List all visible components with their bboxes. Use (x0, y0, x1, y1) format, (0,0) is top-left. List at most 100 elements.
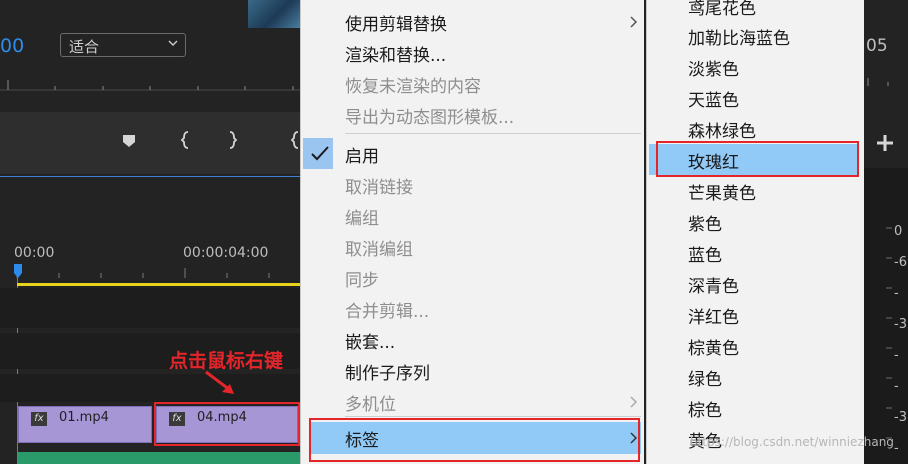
meter-label: -3 (894, 410, 907, 425)
menu-item-make-subsequence[interactable]: 制作子序列 (301, 355, 645, 386)
menu-item-replace-with-clip[interactable]: 使用剪辑替换 (301, 6, 645, 37)
submenu-arrow-icon (630, 16, 638, 28)
annotation-highlight-box (309, 418, 640, 462)
menu-item-label: 淡紫色 (688, 60, 739, 80)
menu-item-label: 渲染和替换... (345, 46, 447, 66)
meter-scale (886, 227, 892, 439)
label-color-green[interactable]: 绿色 (647, 361, 865, 392)
menu-item-label: 恢复未渲染的内容 (345, 77, 481, 97)
menu-item-ungroup[interactable]: 取消编组 (301, 231, 645, 262)
label-color-magenta[interactable]: 洋红色 (647, 299, 865, 330)
menu-item-unlink[interactable]: 取消链接 (301, 169, 645, 200)
menu-item-label: 芒果黄色 (688, 184, 756, 204)
menu-item-label: 同步 (345, 271, 379, 291)
menu-item-label: 蓝色 (688, 246, 722, 266)
transport-controls-bar (0, 112, 300, 174)
meter-label: 0 (894, 224, 903, 239)
label-color-teal[interactable]: 深青色 (647, 268, 865, 299)
meter-label: - (894, 441, 899, 456)
submenu-arrow-icon (630, 396, 638, 408)
clip-context-menu: 使用剪辑替换 渲染和替换... 恢复未渲染的内容 导出为动态图形模板... 启用… (300, 0, 644, 464)
program-ruler[interactable] (0, 72, 300, 98)
program-timecode-right: 05 (866, 36, 888, 56)
menu-item-label: 使用剪辑替换 (345, 15, 447, 35)
panel-focus-line (0, 176, 300, 177)
menu-item-label: 导出为动态图形模板... (345, 108, 515, 128)
program-ruler-right (867, 78, 889, 86)
timeline-ruler[interactable] (0, 262, 300, 278)
menu-item-label: 鸢尾花色 (688, 0, 756, 19)
menu-item-merge-clips[interactable]: 合并剪辑... (301, 293, 645, 324)
audio-clip[interactable] (18, 452, 300, 464)
audio-meter-panel: 0 -6 - -3 - - -3 - (864, 168, 908, 464)
annotation-highlight-box (656, 141, 859, 177)
in-point-icon[interactable] (180, 130, 190, 150)
menu-item-label: 合并剪辑... (345, 302, 430, 322)
add-icon[interactable] (874, 132, 896, 154)
menu-item-label: 森林绿色 (688, 122, 756, 142)
menu-separator (345, 416, 641, 417)
menu-item-synchronize[interactable]: 同步 (301, 262, 645, 293)
meter-label: - (894, 379, 899, 394)
watermark: https://blog.csdn.net/winniezhang (690, 435, 894, 449)
menu-item-group[interactable]: 编组 (301, 200, 645, 231)
menu-item-label: 棕色 (688, 401, 722, 421)
menu-item-label: 嵌套... (345, 333, 396, 353)
label-color-brown[interactable]: 棕色 (647, 392, 865, 423)
annotation-arrow-icon (205, 370, 234, 394)
out-point-icon[interactable] (228, 130, 238, 150)
menu-item-label: 多机位 (345, 395, 396, 415)
fit-select[interactable]: 适合 (60, 33, 186, 57)
label-color-tan[interactable]: 棕黄色 (647, 330, 865, 361)
label-color-cerulean[interactable]: 天蓝色 (647, 82, 865, 113)
menu-item-label: 启用 (345, 147, 379, 167)
go-to-in-icon[interactable] (290, 130, 300, 150)
menu-item-export-mogrt[interactable]: 导出为动态图形模板... (301, 99, 645, 130)
menu-item-nest[interactable]: 嵌套... (301, 324, 645, 355)
meter-label: - (894, 348, 899, 363)
menu-item-restore-unrendered[interactable]: 恢复未渲染的内容 (301, 68, 645, 99)
meter-label: -6 (894, 255, 907, 270)
timeline-ruler-label: 00:00 (14, 245, 55, 261)
label-color-submenu: 鸢尾花色 加勒比海蓝色 淡紫色 天蓝色 森林绿色 玫瑰红 芒果黄色 紫色 蓝色 … (646, 0, 864, 464)
menu-item-label: 加勒比海蓝色 (688, 29, 790, 49)
meter-label: -3 (894, 317, 907, 332)
menu-item-label: 紫色 (688, 215, 722, 235)
annotation-highlight-box (154, 402, 300, 446)
fx-badge: fx (31, 412, 47, 426)
menu-item-label: 绿色 (688, 370, 722, 390)
label-color-caribbean[interactable]: 加勒比海蓝色 (647, 20, 865, 51)
label-color-mango[interactable]: 芒果黄色 (647, 175, 865, 206)
track-row (0, 288, 300, 328)
program-preview-thumbnail (248, 0, 300, 28)
timeline-ruler-label: 00:00:04:00 (183, 245, 269, 261)
timeline-clip[interactable]: fx 01.mp4 (18, 406, 152, 443)
label-color-blue[interactable]: 蓝色 (647, 237, 865, 268)
clip-name: 01.mp4 (59, 410, 109, 425)
menu-item-enable[interactable]: 启用 (301, 138, 645, 169)
menu-item-label: 深青色 (688, 277, 739, 297)
menu-item-label: 取消链接 (345, 178, 413, 198)
label-color-lavender[interactable]: 淡紫色 (647, 51, 865, 82)
program-timecode[interactable]: 00 (0, 35, 24, 57)
menu-item-label: 天蓝色 (688, 91, 739, 111)
fit-select-value: 适合 (69, 38, 100, 56)
menu-separator (345, 133, 641, 134)
menu-item-label: 棕黄色 (688, 339, 739, 359)
menu-item-label: 编组 (345, 209, 379, 229)
label-color-iris[interactable]: 鸢尾花色 (647, 0, 865, 21)
playhead-icon[interactable] (14, 264, 22, 278)
label-color-violet[interactable]: 紫色 (647, 206, 865, 237)
menu-item-label: 洋红色 (688, 308, 739, 328)
chevron-down-icon (168, 40, 178, 46)
menu-item-render-and-replace[interactable]: 渲染和替换... (301, 37, 645, 68)
menu-item-multi-camera[interactable]: 多机位 (301, 386, 645, 417)
check-icon (311, 146, 329, 161)
track-row (0, 374, 300, 402)
marker-icon[interactable] (122, 134, 136, 148)
menu-item-label: 制作子序列 (345, 364, 430, 384)
label-color-forest[interactable]: 森林绿色 (647, 113, 865, 144)
work-area-bar[interactable] (17, 283, 300, 286)
menu-item-label: 取消编组 (345, 240, 413, 260)
meter-label: - (894, 286, 899, 301)
